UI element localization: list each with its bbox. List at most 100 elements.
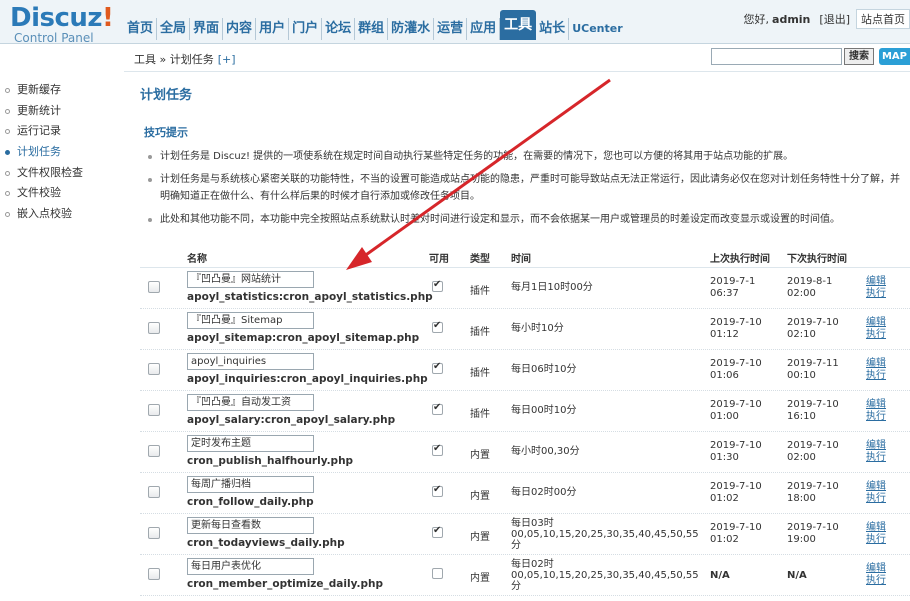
add-shortcut-link[interactable]: [+] bbox=[218, 53, 236, 66]
table-header: 名称 可用 类型 时间 上次执行时间 下次执行时间 bbox=[140, 246, 910, 268]
available-checkbox[interactable] bbox=[432, 443, 443, 456]
user-bar: 您好, admin [退出] 站点首页 bbox=[744, 9, 910, 29]
row-actions: 编辑 执行 bbox=[866, 481, 886, 505]
row-select-checkbox[interactable] bbox=[148, 445, 160, 457]
available-checkbox[interactable] bbox=[432, 484, 443, 497]
row-actions: 编辑 执行 bbox=[866, 317, 886, 341]
task-type: 插件 bbox=[470, 327, 490, 338]
table-row: 『凹凸曼』网站统计 apoyl_statistics:cron_apoyl_sta… bbox=[140, 268, 910, 309]
task-file: apoyl_statistics:cron_apoyl_statistics.p… bbox=[187, 291, 433, 303]
site-home-link[interactable]: 站点首页 bbox=[856, 9, 910, 29]
next-run-time: 2019-7-10 16:10 bbox=[787, 399, 839, 422]
sidebar-item[interactable]: 文件校验 bbox=[0, 183, 124, 204]
task-file: cron_member_optimize_daily.php bbox=[187, 578, 383, 590]
run-link[interactable]: 执行 bbox=[866, 370, 886, 382]
row-select-checkbox[interactable] bbox=[148, 363, 160, 375]
run-link[interactable]: 执行 bbox=[866, 575, 886, 587]
run-link[interactable]: 执行 bbox=[866, 534, 886, 546]
run-link[interactable]: 执行 bbox=[866, 288, 886, 300]
row-select-checkbox[interactable] bbox=[148, 568, 160, 580]
available-checkbox[interactable] bbox=[432, 525, 443, 538]
nav-item[interactable]: 论坛 bbox=[322, 18, 356, 40]
breadcrumb: 工具 » 计划任务 [+] bbox=[134, 53, 236, 66]
available-checkbox[interactable] bbox=[432, 568, 443, 579]
task-type: 内置 bbox=[470, 532, 490, 543]
task-name-input[interactable]: 『凹凸曼』Sitemap bbox=[187, 312, 314, 329]
row-actions: 编辑 执行 bbox=[866, 276, 886, 300]
last-run-time: N/A bbox=[710, 570, 730, 581]
edit-link[interactable]: 编辑 bbox=[866, 522, 886, 534]
table-row: 更新每日查看数 cron_todayviews_daily.php 内置 每日03时 … bbox=[140, 514, 910, 555]
sidebar-item[interactable]: 计划任务 bbox=[0, 142, 124, 163]
table-row: 定时发布主题 cron_publish_halfhourly.php 内置 每小时00… bbox=[140, 432, 910, 473]
search-input[interactable] bbox=[711, 48, 842, 65]
edit-link[interactable]: 编辑 bbox=[866, 563, 886, 575]
run-link[interactable]: 执行 bbox=[866, 329, 886, 341]
edit-link[interactable]: 编辑 bbox=[866, 276, 886, 288]
last-run-time: 2019-7-10 01:30 bbox=[710, 440, 762, 463]
available-checkbox[interactable] bbox=[432, 361, 443, 374]
logout-link[interactable]: [退出] bbox=[819, 11, 850, 27]
task-name-input[interactable]: 『凹凸曼』自动发工资 bbox=[187, 394, 314, 411]
nav-item[interactable]: 站长 bbox=[536, 18, 570, 40]
bullet-icon bbox=[5, 191, 10, 197]
row-select-checkbox[interactable] bbox=[148, 486, 160, 498]
bullet-icon bbox=[5, 170, 10, 176]
edit-link[interactable]: 编辑 bbox=[866, 358, 886, 370]
edit-link[interactable]: 编辑 bbox=[866, 481, 886, 493]
next-run-time: 2019-7-10 02:10 bbox=[787, 317, 839, 340]
available-checkbox[interactable] bbox=[432, 320, 443, 333]
task-name-input[interactable]: 每日用户表优化 bbox=[187, 558, 314, 575]
task-name-input[interactable]: 『凹凸曼』网站统计 bbox=[187, 271, 314, 288]
row-actions: 编辑 执行 bbox=[866, 563, 886, 587]
edit-link[interactable]: 编辑 bbox=[866, 399, 886, 411]
bullet-icon bbox=[5, 129, 10, 135]
nav-item[interactable]: 防灌水 bbox=[388, 18, 435, 40]
edit-link[interactable]: 编辑 bbox=[866, 317, 886, 329]
task-name-input[interactable]: 定时发布主题 bbox=[187, 435, 314, 452]
nav-item[interactable]: 群组 bbox=[355, 18, 389, 40]
breadcrumb-bar: 工具 » 计划任务 [+] 搜索 MAP bbox=[124, 44, 910, 72]
last-run-time: 2019-7-10 01:02 bbox=[710, 481, 762, 504]
nav-item[interactable]: 工具 bbox=[500, 10, 537, 40]
row-select-checkbox[interactable] bbox=[148, 527, 160, 539]
sidebar-item-label: 文件权限检查 bbox=[17, 165, 83, 179]
available-checkbox[interactable] bbox=[432, 402, 443, 415]
task-file: apoyl_salary:cron_apoyl_salary.php bbox=[187, 414, 396, 426]
run-link[interactable]: 执行 bbox=[866, 452, 886, 464]
search-button[interactable]: 搜索 bbox=[844, 48, 874, 65]
sidebar-item[interactable]: 嵌入点校验 bbox=[0, 204, 124, 225]
task-name-input[interactable]: apoyl_inquiries bbox=[187, 353, 314, 370]
nav-item[interactable]: 首页 bbox=[124, 18, 158, 40]
nav-item[interactable]: 用户 bbox=[256, 18, 290, 40]
nav-item[interactable]: 运营 bbox=[434, 18, 468, 40]
nav-item[interactable]: 内容 bbox=[223, 18, 257, 40]
run-link[interactable]: 执行 bbox=[866, 411, 886, 423]
sidebar-item[interactable]: 运行记录 bbox=[0, 121, 124, 142]
task-type: 插件 bbox=[470, 286, 490, 297]
bullet-icon bbox=[5, 212, 10, 218]
task-name-input[interactable]: 每周广播归档 bbox=[187, 476, 314, 493]
discuz-logo[interactable]: Discuz! Control Panel bbox=[10, 4, 120, 44]
map-button[interactable]: MAP bbox=[879, 48, 910, 65]
run-link[interactable]: 执行 bbox=[866, 493, 886, 505]
row-select-checkbox[interactable] bbox=[148, 404, 160, 416]
nav-item[interactable]: 全局 bbox=[157, 18, 191, 40]
sidebar-item[interactable]: 更新缓存 bbox=[0, 80, 124, 101]
sidebar-item[interactable]: 文件权限检查 bbox=[0, 163, 124, 184]
row-select-checkbox[interactable] bbox=[148, 322, 160, 334]
sidebar-item[interactable]: 更新统计 bbox=[0, 101, 124, 122]
nav-item[interactable]: 界面 bbox=[190, 18, 224, 40]
task-file: apoyl_inquiries:cron_apoyl_inquiries.php bbox=[187, 373, 428, 385]
nav-item[interactable]: UCenter bbox=[569, 18, 625, 40]
task-name-input[interactable]: 更新每日查看数 bbox=[187, 517, 314, 534]
task-type: 内置 bbox=[470, 450, 490, 461]
row-select-checkbox[interactable] bbox=[148, 281, 160, 293]
available-checkbox[interactable] bbox=[432, 279, 443, 292]
edit-link[interactable]: 编辑 bbox=[866, 440, 886, 452]
last-run-time: 2019-7-10 01:00 bbox=[710, 399, 762, 422]
sidebar-item-label: 计划任务 bbox=[17, 145, 61, 159]
sidebar-item-label: 文件校验 bbox=[17, 186, 61, 200]
nav-item[interactable]: 应用 bbox=[467, 18, 501, 40]
nav-item[interactable]: 门户 bbox=[289, 18, 323, 40]
